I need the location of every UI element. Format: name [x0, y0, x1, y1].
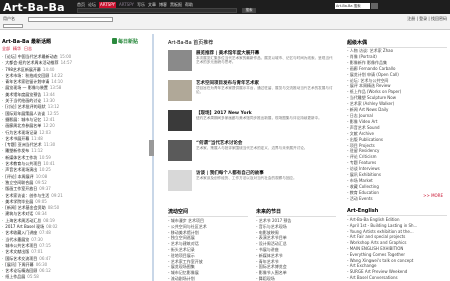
article-excerpt: 本次展览汇集多位当代艺术家的最新作品，展览以城市、记忆与时间为线索，呈现当代艺术…	[196, 56, 333, 65]
tab-featured[interactable]: 精华	[13, 46, 21, 52]
daily-posts-label[interactable]: 每日新贴	[118, 38, 138, 45]
article-thumbnail[interactable]	[168, 140, 192, 161]
username-input[interactable]	[28, 17, 113, 22]
site-search-button[interactable]	[371, 3, 378, 9]
article-excerpt: 纽约艺术周期间多家画廊与美术馆同步推出新展，现场图集与评论持续更新中。	[196, 116, 322, 120]
flow-space-title: 流动空间	[168, 208, 248, 217]
article-excerpt: 项目旨在为青年艺术家提供展示平台，通过驻留、展览与交流推动当代艺术的发展与讨论。	[196, 86, 333, 95]
latest-topics-panel: Art-Ba-Ba 最新话题 全部 精华 日志 每日新贴 · [论坛] 中国当代艺…	[2, 38, 150, 281]
collapse-handle[interactable]	[149, 140, 154, 156]
password-input[interactable]	[3, 24, 23, 28]
account-links[interactable]: 注册 | 登录 | 找回密码	[407, 16, 447, 22]
topic-time: 09:21	[51, 192, 63, 198]
topic-time: 06:12	[39, 268, 51, 274]
art-english-panel: Art-English - Art-Ba-Ba English Edition -…	[347, 208, 447, 281]
top-search-button[interactable]: 搜索	[242, 8, 256, 13]
future-festival-list: - 艺术节 2017 预告 - 音乐与艺术现场 - 电影放映周 - 表演艺术节目单 - …	[256, 218, 336, 281]
article-thumbnail[interactable]	[168, 80, 192, 101]
flow-space-panel: 流动空间 - 城市漫步 艺术项目 - 公共空间与社区艺术 - 移动美术馆计划 - 独立…	[168, 208, 248, 281]
article-list: 展览推荐 | 美术馆年度大展开幕 本次展览汇集多位当代艺术家的最新作品，展览以城市…	[168, 50, 336, 196]
super-puppet-title: 超级木偶	[347, 39, 447, 48]
tab-journal[interactable]: 日志	[24, 46, 32, 52]
article-excerpt: 艺术家、策展人与批评家围绕当代艺术的定义、边界与未来展开讨论。	[196, 146, 308, 150]
sub-bar: 用户名 注册 | 登录 | 找回密码	[0, 14, 450, 30]
top-bar: Art-Ba-Ba 首页 论坛 ARTSPY ARTSPY 写乐 文章 博客 黑…	[0, 0, 450, 14]
flow-space-list: - 城市漫步 艺术项目 - 公共空间与社区艺术 - 移动美术馆计划 - 独立空间巡展 -…	[168, 218, 248, 281]
article-card[interactable]: 展览推荐 | 美术馆年度大展开幕 本次展览汇集多位当代艺术家的最新作品，展览以城市…	[168, 50, 336, 76]
article-body: “何谓”当代艺术讨论会 艺术家、策展人与批评家围绕当代艺术的定义、边界与未来展开讨…	[196, 140, 336, 166]
daily-posts-icon	[112, 38, 117, 44]
article-card[interactable]: “何谓”当代艺术讨论会 艺术家、策展人与批评家围绕当代艺术的定义、边界与未来展开讨…	[168, 140, 336, 166]
more-link[interactable]: >> MORE	[423, 193, 443, 198]
panel-link[interactable]: - 流动剧场计划	[168, 276, 248, 281]
article-thumbnail[interactable]	[168, 170, 192, 191]
site-search-input[interactable]: Art-Ba-Ba 搜索	[335, 3, 370, 9]
panel-link[interactable]: - 舞蹈现场	[256, 276, 336, 281]
column-divider	[152, 34, 154, 281]
topic-time: 11:30	[43, 142, 56, 148]
topic-list: · [论坛] 中国当代艺术最新动态 15:00 · 大都会·纽约艺术周末活动推荐 14:5…	[2, 54, 150, 281]
future-festival-panel: 未来的节日 - 艺术节 2017 预告 - 音乐与艺术现场 - 电影放映周 - 表演艺…	[256, 208, 336, 281]
top-search-input[interactable]	[77, 8, 237, 13]
featured-title: Art-Ba-Ba 首页推荐	[168, 40, 214, 46]
article-thumbnail[interactable]	[168, 110, 192, 131]
article-card[interactable]: 访谈 | 我们每个人都有自己的故事 艺术家谈及创作经历、工作方法以及对当代社会的观…	[168, 170, 336, 196]
article-body: 展览推荐 | 美术馆年度大展开幕 本次展览汇集多位当代艺术家的最新作品，展览以城市…	[196, 50, 336, 76]
tab-all[interactable]: 全部	[2, 46, 10, 52]
article-card[interactable]: 艺术空间项目发布与青年艺术家 项目旨在为青年艺术家提供展示平台，通过驻留、展览与交…	[168, 80, 336, 106]
art-english-title: Art-English	[347, 208, 447, 216]
article-body: 【现场】2017 New York 纽约艺术周期间多家画廊与美术馆同步推出新展，现…	[196, 110, 336, 136]
super-puppet-panel: 超级木偶 - 人物 访谈: 艺术家 Zhao - 肖像 (Portrait) - 影…	[347, 39, 447, 204]
article-excerpt: 艺术家谈及创作经历、工作方法以及对当代社会的观察与回应。	[196, 176, 297, 180]
topic-tabs: 全部 精华 日志	[2, 46, 150, 52]
topic-time: 08:50	[47, 205, 60, 211]
article-card[interactable]: 【现场】2017 New York 纽约艺术周期间多家画廊与美术馆同步推出新展，现…	[168, 110, 336, 136]
future-festival-title: 未来的节日	[256, 208, 336, 217]
featured-panel: Art-Ba-Ba 首页推荐 展览推荐 | 美术馆年度大展开幕 本次展览汇集多位当…	[168, 39, 336, 204]
article-body: 艺术空间项目发布与青年艺术家 项目旨在为青年艺术家提供展示平台，通过驻留、展览与交…	[196, 80, 336, 106]
article-body: 访谈 | 我们每个人都有自己的故事 艺术家谈及创作经历、工作方法以及对当代社会的观…	[196, 170, 336, 196]
super-puppet-list: - 人物 访谈: 艺术家 Zhao - 肖像 (Portrait) - 影像新作 影…	[347, 48, 447, 202]
username-label: 用户名	[3, 16, 15, 21]
site-logo[interactable]: Art-Ba-Ba	[3, 1, 65, 14]
article-thumbnail[interactable]	[168, 50, 192, 71]
art-english-list: - Art-Ba-Ba English Edition - April 1st -…	[347, 217, 447, 281]
topic-time: 14:57	[60, 60, 73, 66]
